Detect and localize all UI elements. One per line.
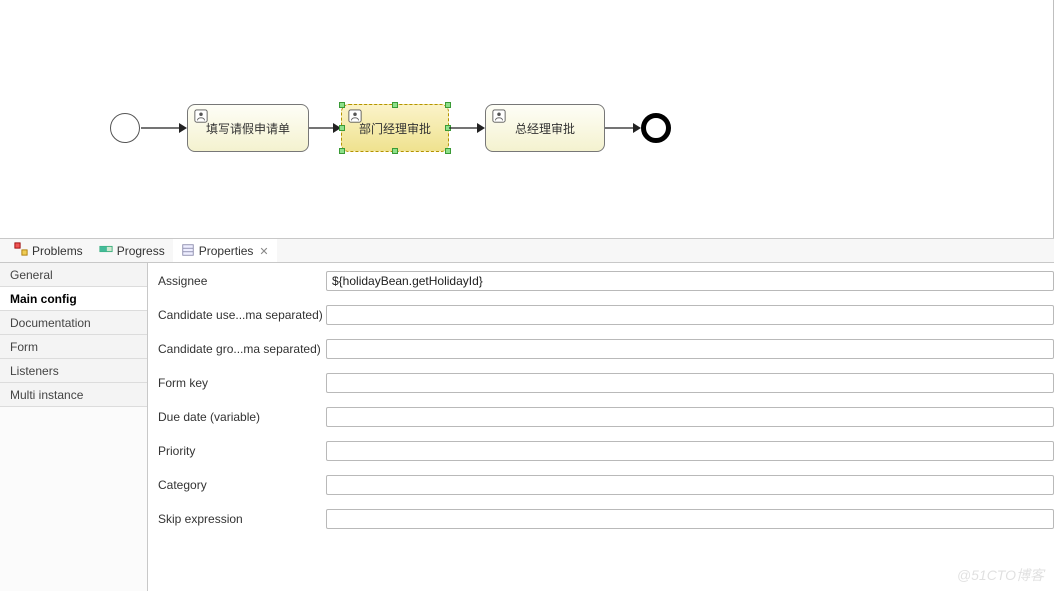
user-task-icon xyxy=(348,109,362,123)
candidate-groups-label: Candidate gro...ma separated) xyxy=(158,342,326,356)
priority-field[interactable] xyxy=(326,441,1054,461)
category-label: Category xyxy=(158,478,326,492)
tab-label: Progress xyxy=(117,244,165,258)
views-tabstrip: Problems Progress Properties ✕ xyxy=(0,238,1054,263)
bpmn-end-event[interactable] xyxy=(641,113,671,143)
progress-icon xyxy=(99,242,113,259)
bpmn-start-event[interactable] xyxy=(110,113,140,143)
user-task-icon xyxy=(194,109,208,123)
properties-icon xyxy=(181,243,195,260)
candidate-users-field[interactable] xyxy=(326,305,1054,325)
sidebar-item-main-config[interactable]: Main config xyxy=(0,287,147,311)
close-icon[interactable]: ✕ xyxy=(259,245,268,258)
user-task-icon xyxy=(492,109,506,123)
priority-label: Priority xyxy=(158,444,326,458)
properties-sidebar: General Main config Documentation Form L… xyxy=(0,263,148,591)
sidebar-item-multi[interactable]: Multi instance xyxy=(0,383,147,407)
assignee-label: Assignee xyxy=(158,274,326,288)
properties-panel: General Main config Documentation Form L… xyxy=(0,263,1054,591)
bpmn-canvas[interactable]: 填写请假申请单 部门经理审批 xyxy=(0,0,1054,238)
assignee-field[interactable] xyxy=(326,271,1054,291)
skip-expression-label: Skip expression xyxy=(158,512,326,526)
tab-problems[interactable]: Problems xyxy=(6,239,91,262)
skip-expression-field[interactable] xyxy=(326,509,1054,529)
bpmn-task-gm-approve[interactable]: 总经理审批 xyxy=(485,104,605,152)
task-label: 填写请假申请单 xyxy=(206,120,290,137)
sidebar-item-general[interactable]: General xyxy=(0,263,147,287)
sidebar-item-listeners[interactable]: Listeners xyxy=(0,359,147,383)
due-date-label: Due date (variable) xyxy=(158,410,326,424)
tab-label: Properties xyxy=(199,244,254,258)
flow-arrow xyxy=(449,121,485,139)
flow-arrow xyxy=(309,121,341,139)
task-label: 总经理审批 xyxy=(515,120,575,137)
tab-properties[interactable]: Properties ✕ xyxy=(173,239,277,262)
tab-progress[interactable]: Progress xyxy=(91,239,173,262)
form-key-label: Form key xyxy=(158,376,326,390)
bpmn-task-fill-request[interactable]: 填写请假申请单 xyxy=(187,104,309,152)
sidebar-item-form[interactable]: Form xyxy=(0,335,147,359)
problems-icon xyxy=(14,242,28,259)
sidebar-item-documentation[interactable]: Documentation xyxy=(0,311,147,335)
task-label: 部门经理审批 xyxy=(359,120,431,137)
due-date-field[interactable] xyxy=(326,407,1054,427)
category-field[interactable] xyxy=(326,475,1054,495)
main-config-form: Assignee Candidate use...ma separated) C… xyxy=(148,263,1054,591)
watermark: @51CTO博客 xyxy=(957,565,1044,585)
candidate-users-label: Candidate use...ma separated) xyxy=(158,308,326,322)
flow-arrow xyxy=(141,121,187,139)
form-key-field[interactable] xyxy=(326,373,1054,393)
flow-arrow xyxy=(605,121,641,139)
candidate-groups-field[interactable] xyxy=(326,339,1054,359)
bpmn-task-dept-approve[interactable]: 部门经理审批 xyxy=(341,104,449,152)
tab-label: Problems xyxy=(32,244,83,258)
